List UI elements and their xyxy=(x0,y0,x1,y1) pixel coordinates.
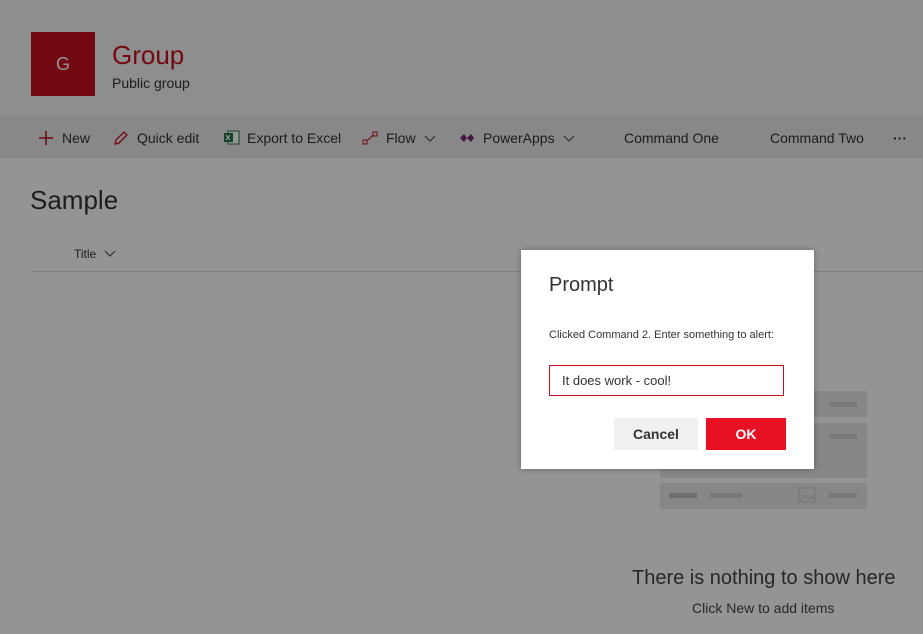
cancel-button[interactable]: Cancel xyxy=(614,418,698,450)
prompt-input[interactable] xyxy=(549,365,784,396)
dialog-title: Prompt xyxy=(549,274,614,296)
prompt-dialog: Prompt Clicked Command 2. Enter somethin… xyxy=(521,250,814,469)
dialog-message: Clicked Command 2. Enter something to al… xyxy=(549,329,774,341)
ok-button[interactable]: OK xyxy=(706,418,786,450)
